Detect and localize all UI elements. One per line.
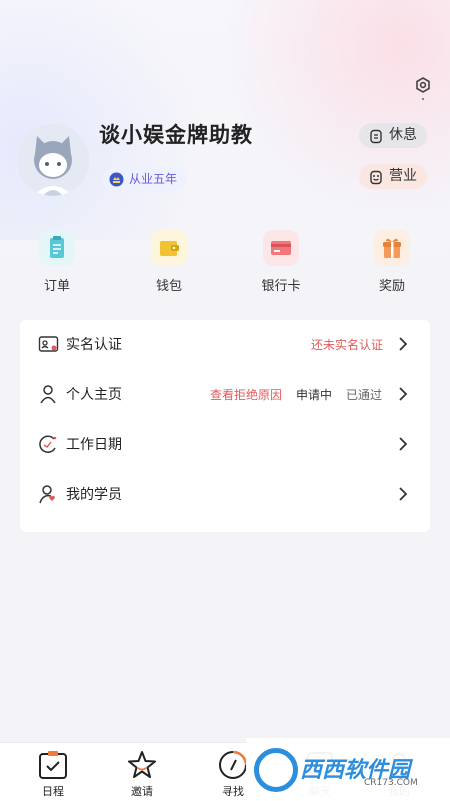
tab-label: 日程: [42, 785, 64, 798]
chevron-right-icon: [398, 436, 408, 452]
chevron-right-icon: [398, 486, 408, 502]
bank-card-icon: [263, 230, 299, 266]
chevron-right-icon: [398, 386, 408, 402]
menu-row-real-name[interactable]: 实名认证 还未实名认证: [20, 320, 430, 369]
menu-row-students[interactable]: 我的学员: [20, 470, 430, 519]
quick-action-label: 奖励: [378, 279, 405, 294]
experience-label: 从业五年: [129, 172, 178, 186]
star-icon: [126, 749, 158, 781]
pending-status: 申请中: [296, 388, 333, 402]
experience-badge: 从业五年: [103, 168, 188, 191]
menu-row-title: 我的学员: [66, 487, 122, 503]
profile-name: 谈小娱金牌助教: [99, 123, 253, 147]
chevron-right-icon: [398, 336, 408, 352]
tab-label: 邀请: [131, 785, 153, 798]
open-icon: [369, 169, 383, 185]
quick-action-label: 钱包: [155, 279, 182, 294]
rest-icon: [369, 128, 383, 144]
wallet-icon: [151, 230, 187, 266]
calendar-check-icon: [37, 749, 69, 781]
quick-action-rewards[interactable]: 奖励: [352, 230, 432, 294]
quick-action-wallet[interactable]: 钱包: [129, 230, 209, 294]
rest-button[interactable]: 休息: [359, 123, 427, 148]
quick-action-orders[interactable]: 订单: [17, 230, 97, 294]
settings-icon[interactable]: [414, 76, 432, 100]
menu-row-title: 工作日期: [66, 437, 122, 453]
quick-action-label: 订单: [43, 279, 70, 294]
avatar[interactable]: [17, 124, 89, 196]
view-reject-reason-link[interactable]: 查看拒绝原因: [210, 386, 282, 403]
compass-icon: [217, 749, 249, 781]
more-dot: [422, 98, 424, 100]
gift-icon: [374, 230, 410, 266]
menu-row-title: 实名认证: [66, 337, 122, 353]
person-icon: [38, 384, 60, 404]
menu-row-homepage[interactable]: 个人主页 查看拒绝原因 申请中 已通过: [20, 370, 430, 419]
quick-action-label: 银行卡: [261, 279, 301, 294]
student-icon: [38, 484, 60, 504]
verification-status: 还未实名认证: [310, 338, 383, 352]
menu-card: 实名认证 还未实名认证 个人主页 查看拒绝原因 申请中 已通过 工作日期 我的学…: [20, 320, 430, 532]
rest-label: 休息: [389, 127, 417, 143]
watermark-subtext: CR173.COM: [364, 778, 418, 788]
id-card-icon: [38, 334, 60, 354]
quick-action-bank-card[interactable]: 银行卡: [241, 230, 321, 294]
tab-invite[interactable]: 邀请: [107, 743, 177, 799]
tab-schedule[interactable]: 日程: [18, 743, 88, 799]
menu-row-title: 个人主页: [66, 387, 122, 403]
open-button[interactable]: 营业: [359, 164, 427, 189]
site-watermark: 西西软件园 CR173.COM: [246, 738, 450, 800]
clipboard-icon: [39, 230, 75, 266]
quick-actions: 订单 钱包 银行卡 奖励: [0, 230, 450, 300]
open-label: 营业: [389, 168, 417, 184]
passed-status: 已通过: [346, 388, 383, 402]
menu-row-work-date[interactable]: 工作日期: [20, 420, 430, 469]
watermark-logo-icon: [254, 748, 298, 792]
medal-icon: [109, 172, 124, 187]
clock-calendar-icon: [38, 434, 60, 454]
